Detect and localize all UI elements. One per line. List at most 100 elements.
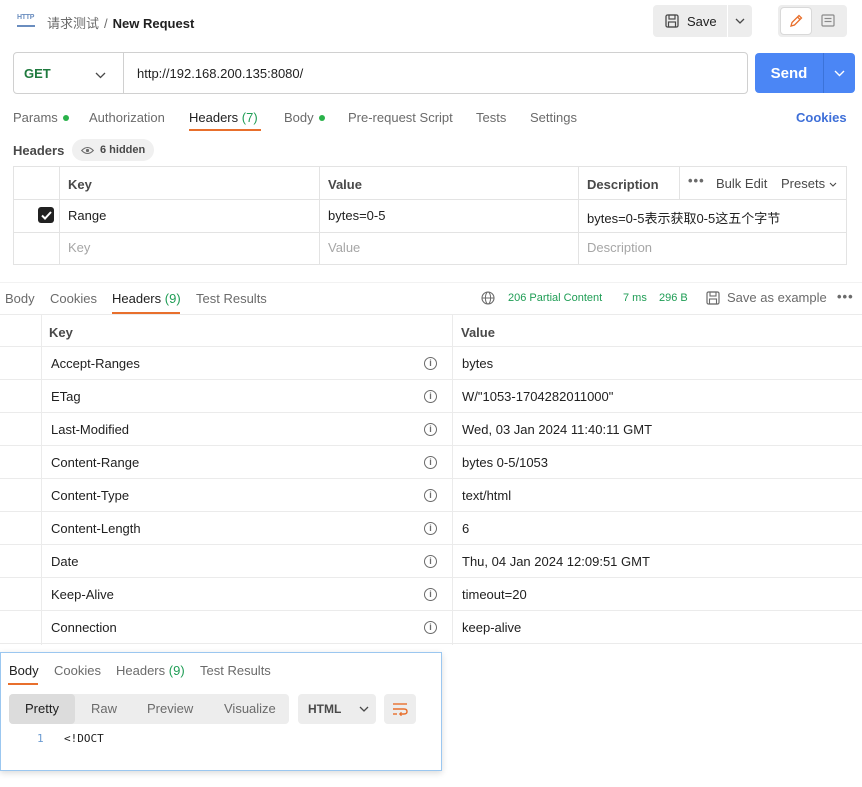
view-pretty-button[interactable]: Pretty: [25, 694, 59, 724]
method-select[interactable]: GET: [24, 66, 51, 81]
method-dropdown[interactable]: [95, 67, 106, 82]
active-tab-underline: [8, 683, 38, 685]
header-value-cell[interactable]: bytes=0-5: [328, 208, 385, 223]
response-header-value[interactable]: W/"1053-1704282011000": [462, 389, 613, 404]
tab-label: Body: [284, 110, 314, 125]
view-preview-button[interactable]: Preview: [147, 694, 193, 724]
check-icon: [40, 210, 52, 220]
presets-label: Presets: [781, 176, 826, 191]
view-visualize-button[interactable]: Visualize: [224, 694, 276, 724]
response-header-value[interactable]: Thu, 04 Jan 2024 12:09:51 GMT: [462, 554, 650, 569]
response-header-value[interactable]: keep-alive: [462, 620, 521, 635]
response-header-value[interactable]: bytes: [462, 356, 493, 371]
column-divider: [679, 167, 680, 200]
code-line[interactable]: <!DOCT: [64, 732, 104, 745]
response-tab-cookies[interactable]: Cookies: [50, 291, 97, 306]
url-divider: [123, 53, 124, 93]
presets-dropdown[interactable]: Presets: [781, 176, 837, 191]
cookies-link[interactable]: Cookies: [796, 110, 847, 125]
response-header-key[interactable]: Accept-Ranges: [51, 356, 140, 371]
globe-icon[interactable]: [481, 291, 495, 308]
response-header-value[interactable]: timeout=20: [462, 587, 527, 602]
breadcrumb: 请求测试 / New Request: [47, 13, 194, 32]
header-key-cell[interactable]: Range: [68, 208, 106, 223]
edit-mode-button[interactable]: [780, 7, 812, 35]
response-tab-test-results[interactable]: Test Results: [196, 291, 267, 306]
tab-label: Headers: [189, 110, 239, 125]
popup-tab-headers[interactable]: Headers (9): [116, 663, 185, 678]
new-description-input[interactable]: Description: [587, 240, 652, 255]
header-description-cell[interactable]: bytes=0-5表示获取0-5这五个字节: [587, 208, 780, 227]
tab-indicator-dot: [318, 114, 325, 121]
tab-label: Headers: [112, 291, 162, 306]
info-icon[interactable]: i: [424, 555, 437, 568]
info-icon[interactable]: i: [424, 456, 437, 469]
popup-tab-cookies[interactable]: Cookies: [54, 663, 101, 678]
bulk-edit-button[interactable]: Bulk Edit: [716, 176, 767, 191]
response-header-value[interactable]: 6: [462, 521, 469, 536]
info-icon[interactable]: i: [424, 357, 437, 370]
line-number: 1: [37, 732, 44, 745]
documentation-mode-button[interactable]: [812, 7, 844, 35]
info-icon[interactable]: i: [424, 621, 437, 634]
tab-body[interactable]: Body: [284, 110, 325, 125]
tab-label: Params: [13, 110, 58, 125]
header-enabled-checkbox[interactable]: [38, 207, 54, 223]
headers-section-title: Headers: [13, 143, 65, 158]
save-as-example-button[interactable]: Save as example: [706, 290, 827, 305]
tab-pre-request-script[interactable]: Pre-request Script: [348, 110, 453, 125]
tab-settings[interactable]: Settings: [530, 110, 577, 125]
new-key-input[interactable]: Key: [68, 240, 90, 255]
table-row: Date i Thu, 04 Jan 2024 12:09:51 GMT: [0, 545, 862, 578]
response-header-key[interactable]: Content-Range: [51, 455, 139, 470]
response-tab-body[interactable]: Body: [5, 291, 35, 306]
response-header-key[interactable]: ETag: [51, 389, 81, 404]
response-header-value[interactable]: Wed, 03 Jan 2024 11:40:11 GMT: [462, 422, 652, 437]
send-button[interactable]: Send: [755, 53, 823, 93]
info-icon[interactable]: i: [424, 588, 437, 601]
info-icon[interactable]: i: [424, 522, 437, 535]
save-dropdown-button[interactable]: [728, 5, 752, 37]
tab-headers[interactable]: Headers (7): [189, 110, 258, 125]
response-header-value[interactable]: text/html: [462, 488, 511, 503]
column-divider: [319, 167, 320, 264]
hidden-headers-toggle[interactable]: 6 hidden: [72, 139, 155, 161]
save-button[interactable]: Save: [653, 5, 727, 37]
breadcrumb-collection[interactable]: 请求测试: [47, 16, 99, 31]
tab-params[interactable]: Params: [13, 110, 69, 125]
response-header-key[interactable]: Content-Type: [51, 488, 129, 503]
table-row: ETag i W/"1053-1704282011000": [0, 380, 862, 413]
request-headers-table: Key Value Description ••• Bulk Edit Pres…: [13, 166, 847, 265]
wrap-lines-button[interactable]: [384, 694, 416, 724]
popup-tab-body[interactable]: Body: [9, 663, 39, 678]
response-time[interactable]: 7 ms: [623, 292, 647, 304]
status-code[interactable]: 206 Partial Content: [508, 292, 602, 304]
format-select[interactable]: HTML: [298, 694, 376, 724]
view-raw-button[interactable]: Raw: [91, 694, 117, 724]
response-header-key[interactable]: Connection: [51, 620, 117, 635]
more-options-icon[interactable]: •••: [688, 173, 705, 188]
info-icon[interactable]: i: [424, 423, 437, 436]
info-icon[interactable]: i: [424, 489, 437, 502]
tab-label: Headers: [116, 663, 166, 678]
tab-authorization[interactable]: Authorization: [89, 110, 165, 125]
comment-icon: [821, 14, 835, 27]
new-value-input[interactable]: Value: [328, 240, 360, 255]
response-size[interactable]: 296 B: [659, 292, 688, 304]
send-dropdown-button[interactable]: [823, 53, 855, 93]
info-icon[interactable]: i: [424, 390, 437, 403]
response-header-key[interactable]: Date: [51, 554, 78, 569]
column-header-key: Key: [49, 325, 73, 340]
column-header-description: Description: [587, 177, 659, 192]
request-name[interactable]: New Request: [113, 16, 195, 31]
table-row: Content-Type i text/html: [0, 479, 862, 512]
response-header-key[interactable]: Keep-Alive: [51, 587, 114, 602]
tab-tests[interactable]: Tests: [476, 110, 506, 125]
url-input[interactable]: http://192.168.200.135:8080/: [137, 66, 303, 81]
response-header-key[interactable]: Content-Length: [51, 521, 141, 536]
response-tab-headers[interactable]: Headers (9): [112, 291, 181, 306]
response-header-value[interactable]: bytes 0-5/1053: [462, 455, 548, 470]
response-header-key[interactable]: Last-Modified: [51, 422, 129, 437]
more-options-icon[interactable]: •••: [837, 289, 854, 304]
popup-tab-test-results[interactable]: Test Results: [200, 663, 271, 678]
